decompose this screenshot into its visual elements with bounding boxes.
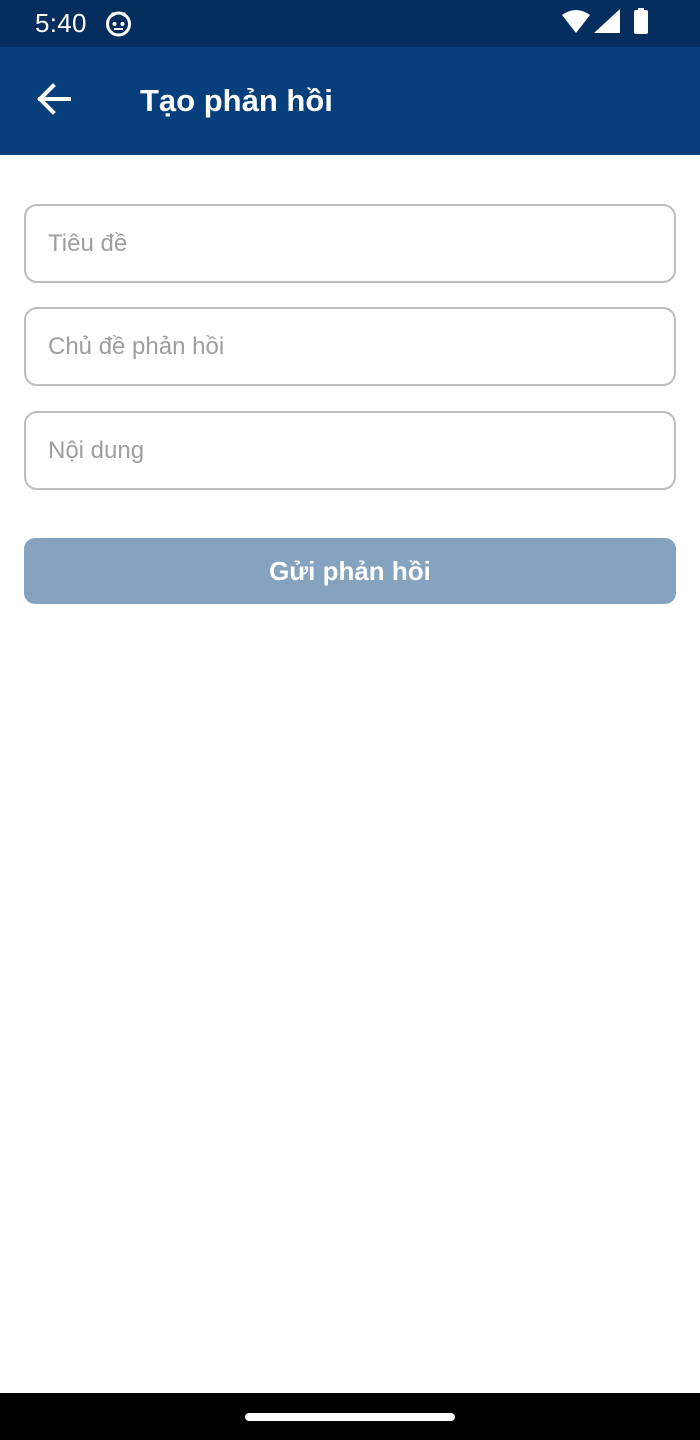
arrow-left-icon (37, 82, 71, 120)
back-button[interactable] (24, 71, 84, 131)
content-input[interactable] (48, 413, 648, 488)
title-input[interactable] (48, 206, 648, 281)
app-bar: Tạo phản hồi (0, 47, 700, 155)
submit-feedback-button[interactable]: Gửi phản hồi (24, 538, 676, 604)
title-field[interactable] (24, 204, 676, 283)
status-bar: 5:40 (0, 0, 700, 47)
topic-field[interactable] (24, 307, 676, 386)
wifi-icon (562, 9, 590, 38)
battery-icon (634, 7, 648, 39)
content-field[interactable] (24, 411, 676, 490)
status-time: 5:40 (35, 8, 87, 38)
system-nav-bar (0, 1393, 700, 1440)
topic-input[interactable] (48, 309, 648, 384)
status-icons (562, 7, 648, 39)
submit-button-label: Gửi phản hồi (269, 555, 431, 586)
signal-icon (594, 8, 620, 38)
page-title: Tạo phản hồi (140, 83, 333, 118)
home-handle[interactable] (245, 1413, 455, 1421)
cat-face-icon (105, 10, 132, 37)
